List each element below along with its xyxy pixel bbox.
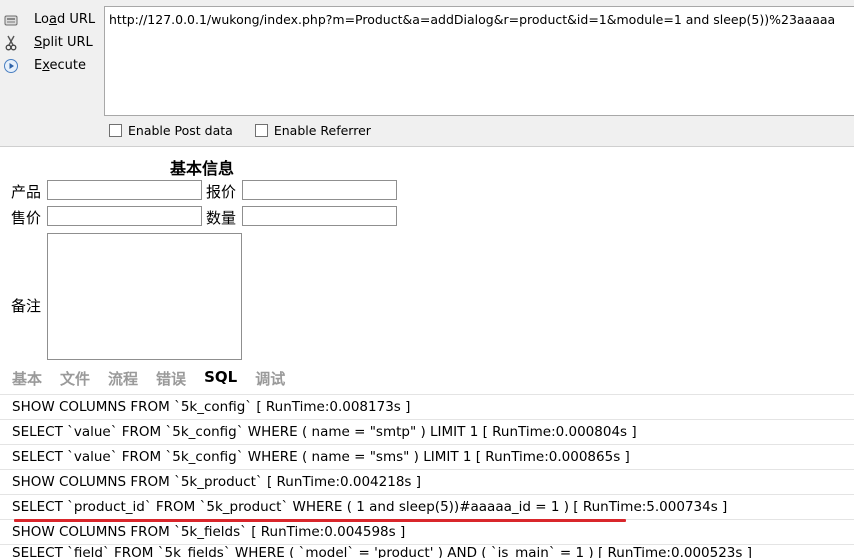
enable-referrer-box[interactable] [254, 124, 268, 137]
tab-basic[interactable]: 基本 [12, 368, 42, 389]
sql-row-injected: SELECT `product_id` FROM `5k_product` WH… [0, 494, 854, 519]
load-url-icon [3, 12, 19, 28]
price-label: 售价 [11, 209, 42, 227]
quote-input[interactable] [242, 180, 397, 200]
load-url-button[interactable]: Load URL [0, 8, 100, 31]
split-url-button[interactable]: Split URL [0, 31, 100, 54]
hackbar-options: Enable Post data Enable Referrer [109, 123, 371, 138]
tab-flow[interactable]: 流程 [108, 368, 138, 389]
play-icon [3, 58, 19, 74]
tab-files[interactable]: 文件 [60, 368, 90, 389]
sql-row: SHOW COLUMNS FROM `5k_product` [ RunTime… [0, 469, 854, 494]
quantity-label: 数量 [206, 209, 237, 227]
enable-referrer-label: Enable Referrer [273, 123, 371, 138]
form-title: 基本信息 [170, 159, 235, 178]
product-input[interactable] [47, 180, 202, 200]
sql-row: SELECT `value` FROM `5k_config` WHERE ( … [0, 419, 854, 444]
price-input[interactable] [47, 206, 202, 226]
hackbar-actions: Load URL Split URL Execute [0, 8, 100, 77]
quote-label: 报价 [206, 183, 237, 201]
execute-label: Execute [34, 58, 86, 73]
tab-sql[interactable]: SQL [204, 368, 237, 389]
enable-post-label: Enable Post data [128, 123, 233, 138]
hackbar-toolbar: Load URL Split URL Execute http://127.0.… [0, 0, 854, 147]
remark-textarea[interactable] [47, 233, 242, 360]
sql-row: SELECT `value` FROM `5k_config` WHERE ( … [0, 444, 854, 469]
sql-log: SHOW COLUMNS FROM `5k_config` [ RunTime:… [0, 394, 854, 558]
remark-label: 备注 [11, 297, 42, 315]
quantity-input[interactable] [242, 206, 397, 226]
execute-button[interactable]: Execute [0, 54, 100, 77]
highlight-underline [14, 519, 626, 522]
enable-post-box[interactable] [109, 124, 122, 137]
enable-referrer-checkbox[interactable]: Enable Referrer [254, 123, 371, 138]
sql-row: SHOW COLUMNS FROM `5k_fields` [ RunTime:… [0, 519, 854, 544]
sql-row: SHOW COLUMNS FROM `5k_config` [ RunTime:… [0, 394, 854, 419]
tab-debug[interactable]: 调试 [255, 368, 285, 389]
enable-post-checkbox[interactable]: Enable Post data [109, 123, 233, 138]
split-url-label: Split URL [34, 35, 93, 50]
tab-errors[interactable]: 错误 [156, 368, 186, 389]
load-url-label: Load URL [34, 12, 96, 27]
scissors-icon [3, 35, 19, 51]
debug-tabs: 基本 文件 流程 错误 SQL 调试 [12, 368, 303, 389]
sql-row: SELECT `field` FROM `5k_fields` WHERE ( … [0, 544, 854, 558]
product-label: 产品 [11, 183, 42, 201]
url-textarea[interactable]: http://127.0.0.1/wukong/index.php?m=Prod… [104, 6, 854, 116]
